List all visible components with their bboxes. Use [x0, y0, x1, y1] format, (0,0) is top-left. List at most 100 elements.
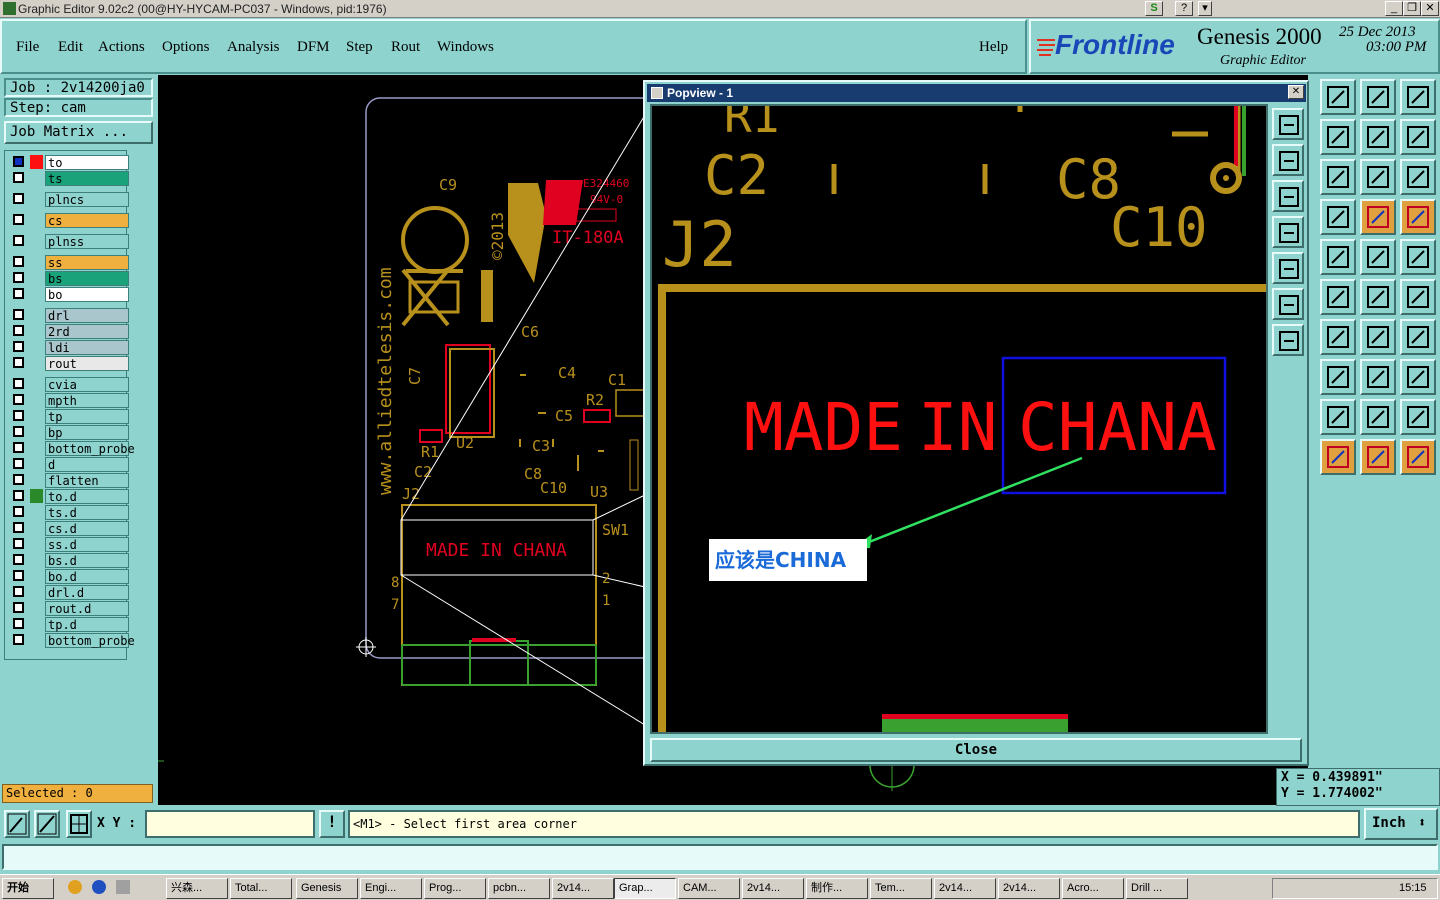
taskbar-item[interactable]: 2v14...	[552, 878, 614, 899]
layer-row-cvia[interactable]: cvia	[11, 377, 129, 392]
layer-checkbox[interactable]	[13, 426, 24, 437]
layer-checkbox[interactable]	[13, 490, 24, 501]
menu-help[interactable]: Help	[979, 39, 1008, 56]
menu-dfm[interactable]: DFM	[297, 39, 330, 56]
popview-close-button[interactable]: Close	[650, 738, 1302, 762]
ruler-icon[interactable]	[1360, 239, 1396, 275]
layer-name[interactable]: mpth	[45, 393, 129, 408]
pv-down-icon[interactable]	[1272, 180, 1304, 212]
layer-checkbox[interactable]	[13, 442, 24, 453]
taskbar-item[interactable]: Tem...	[870, 878, 932, 899]
layer-row-bottom-probe[interactable]: bottom_probe	[11, 441, 135, 456]
pv-left-icon[interactable]	[1272, 216, 1304, 248]
measure-icon[interactable]	[34, 810, 60, 838]
taskbar-item[interactable]: pcbn...	[488, 878, 550, 899]
layer-name[interactable]: bo	[45, 287, 129, 302]
split-icon[interactable]	[1400, 319, 1436, 355]
taskbar-item[interactable]: Prog...	[424, 878, 486, 899]
layer-row-bs[interactable]: bs	[11, 271, 129, 286]
triangle-a-icon[interactable]	[1360, 399, 1396, 435]
connect-icon[interactable]	[1360, 279, 1396, 315]
menu-file[interactable]: File	[16, 39, 39, 56]
layer-row-bo[interactable]: bo	[11, 287, 129, 302]
layer-checkbox[interactable]	[13, 394, 24, 405]
move-icon[interactable]	[1320, 119, 1356, 155]
help-icon[interactable]: ?	[1175, 1, 1193, 16]
shape-icon[interactable]	[1400, 359, 1436, 395]
layer-name[interactable]: 2rd	[45, 324, 129, 339]
layer-checkbox[interactable]	[13, 634, 24, 645]
layer-checkbox[interactable]	[13, 288, 24, 299]
layer-name[interactable]: cvia	[45, 377, 129, 392]
grid-toggle-icon[interactable]	[1320, 199, 1356, 235]
layer-row-d[interactable]: d	[11, 457, 129, 472]
layer-row-cs-d[interactable]: cs.d	[11, 521, 129, 536]
layer-row-cs[interactable]: cs	[11, 213, 129, 228]
layer-name[interactable]: bp	[45, 425, 129, 440]
line-icon[interactable]	[1320, 359, 1356, 395]
xy-input[interactable]	[145, 810, 315, 838]
layer-name[interactable]: to	[45, 155, 129, 170]
pv-center-icon[interactable]	[1272, 324, 1304, 356]
layer-name[interactable]: bs.d	[45, 553, 129, 568]
layer-name[interactable]: ts	[45, 171, 129, 186]
menu-analysis[interactable]: Analysis	[227, 39, 280, 56]
layer-name[interactable]: tp.d	[45, 617, 129, 632]
layer-name[interactable]: tp	[45, 409, 129, 424]
pv-zoom-icon[interactable]	[1272, 108, 1304, 140]
layer-checkbox[interactable]	[13, 618, 24, 629]
taskbar-item[interactable]: Grap...	[614, 878, 676, 899]
layer-row-tp-d[interactable]: tp.d	[11, 617, 129, 632]
layer-checkbox[interactable]	[13, 341, 24, 352]
route-icon[interactable]	[1400, 439, 1436, 475]
layer-row-ss-d[interactable]: ss.d	[11, 537, 129, 552]
scale-icon[interactable]	[1360, 159, 1396, 195]
layer-row-drl[interactable]: drl	[11, 308, 129, 323]
pointer-icon[interactable]	[1320, 439, 1356, 475]
layer-name[interactable]: ts.d	[45, 505, 129, 520]
layer-checkbox[interactable]	[13, 156, 24, 167]
layer-checkbox[interactable]	[13, 193, 24, 204]
layer-row-ts-d[interactable]: ts.d	[11, 505, 129, 520]
layer-name[interactable]: drl.d	[45, 585, 129, 600]
zoom-fit-icon[interactable]	[4, 810, 30, 838]
close-button[interactable]: ✕	[1421, 1, 1439, 16]
layer-row-rout-d[interactable]: rout.d	[11, 601, 129, 616]
help-query-icon[interactable]	[1400, 159, 1436, 195]
quicklaunch-desktop-icon[interactable]	[116, 880, 130, 894]
layer-row-to[interactable]: to	[11, 155, 129, 170]
menu-edit[interactable]: Edit	[58, 39, 83, 56]
net-select-icon[interactable]	[1400, 199, 1436, 235]
layer-name[interactable]: bo.d	[45, 569, 129, 584]
measure-icon[interactable]	[1360, 359, 1396, 395]
layer-checkbox[interactable]	[13, 506, 24, 517]
minimize-button[interactable]: _	[1385, 1, 1403, 16]
dropdown-icon[interactable]: ▾	[1198, 1, 1212, 16]
popview-close-icon[interactable]: ✕	[1288, 85, 1304, 99]
layer-row-bo-d[interactable]: bo.d	[11, 569, 129, 584]
layer-name[interactable]: to.d	[45, 489, 129, 504]
arc-icon[interactable]	[1360, 319, 1396, 355]
layer-row-ldi[interactable]: ldi	[11, 340, 129, 355]
layer-checkbox[interactable]	[13, 214, 24, 225]
taskbar-item[interactable]: 2v14...	[742, 878, 804, 899]
pencil-icon[interactable]	[1320, 319, 1356, 355]
layer-checkbox[interactable]	[13, 235, 24, 246]
restore-button[interactable]: ❐	[1403, 1, 1421, 16]
taskbar-item[interactable]: Acro...	[1062, 878, 1124, 899]
layer-row-ts[interactable]: ts	[11, 171, 129, 186]
taskbar-item[interactable]: Genesis	[296, 878, 358, 899]
layer-checkbox[interactable]	[13, 522, 24, 533]
layer-name[interactable]: bottom_probe	[45, 441, 135, 456]
menu-actions[interactable]: Actions	[98, 39, 145, 56]
layer-row-bottom-probe[interactable]: bottom_probe	[11, 633, 135, 648]
layer-row-flatten[interactable]: flatten	[11, 473, 129, 488]
layer-row-bp[interactable]: bp	[11, 425, 129, 440]
layer-row-drl-d[interactable]: drl.d	[11, 585, 129, 600]
taskbar-item[interactable]: 制作...	[806, 878, 868, 899]
layer-checkbox[interactable]	[13, 602, 24, 613]
layer-name[interactable]: d	[45, 457, 129, 472]
taskbar-item[interactable]: 2v14...	[998, 878, 1060, 899]
layer-checkbox[interactable]	[13, 538, 24, 549]
layer-name[interactable]: plncs	[45, 192, 129, 207]
